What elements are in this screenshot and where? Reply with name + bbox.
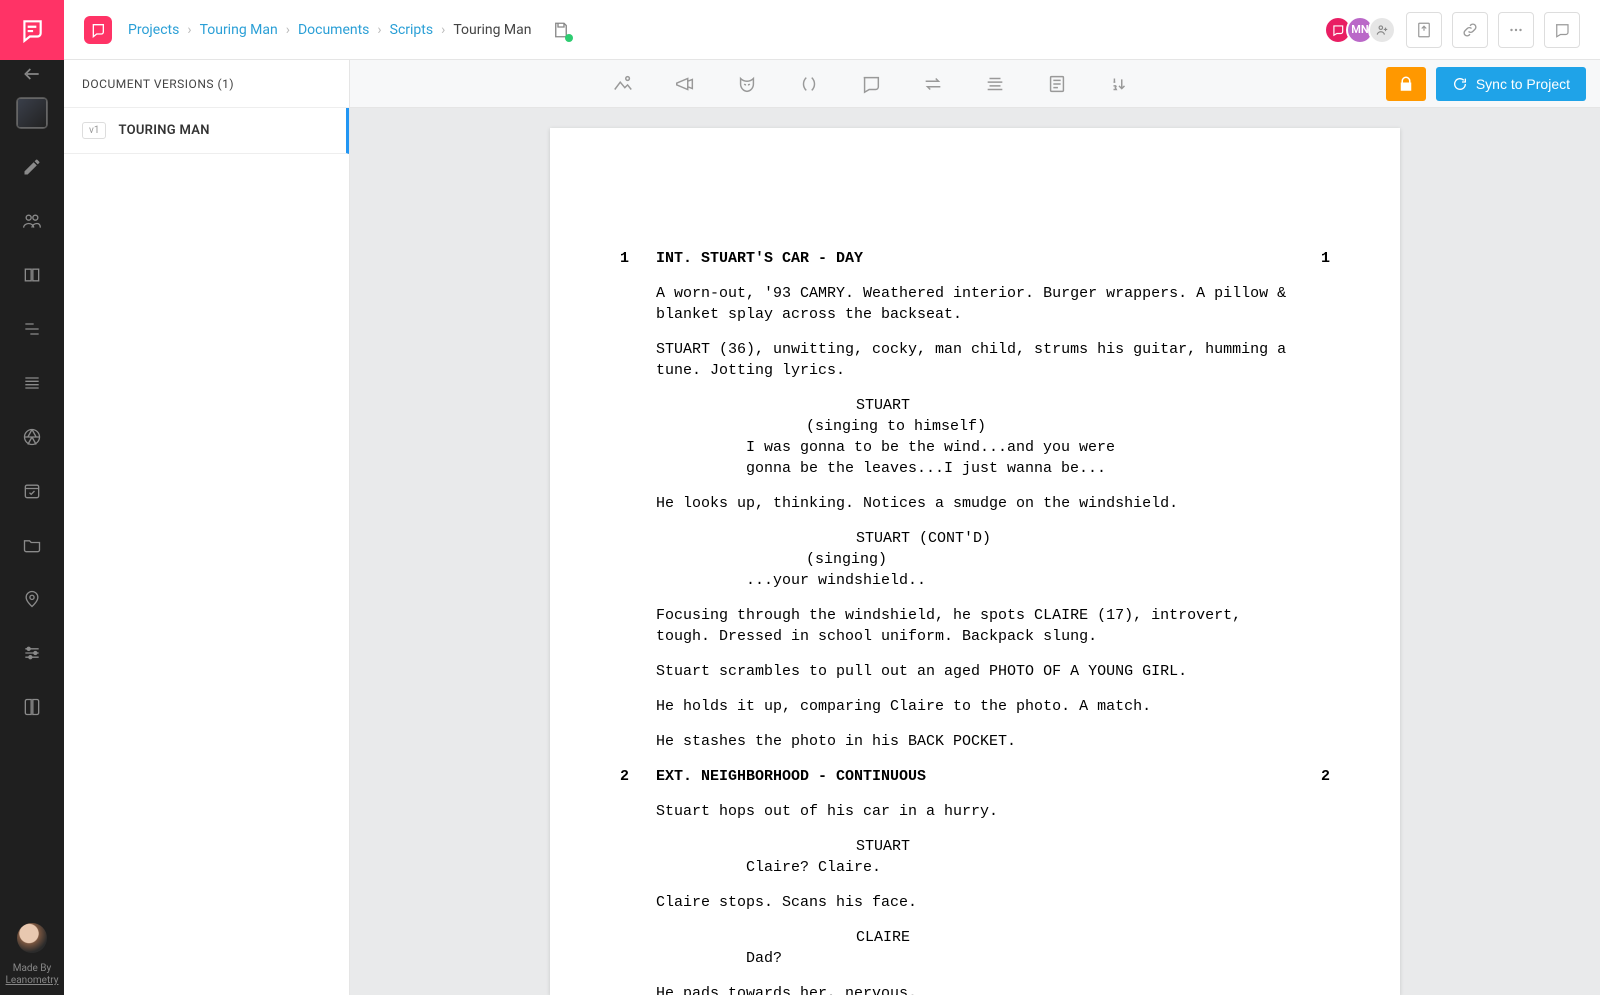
chevron-right-icon: › — [286, 22, 290, 38]
sliders-icon[interactable] — [17, 638, 47, 668]
parenthetical-icon[interactable] — [798, 73, 820, 95]
sync-button[interactable]: Sync to Project — [1436, 67, 1586, 101]
scene-number: 1 — [1294, 248, 1330, 269]
breadcrumb[interactable]: Scripts — [390, 22, 433, 38]
script-action[interactable]: STUART (36), unwitting, cocky, man child… — [656, 339, 1296, 381]
script-toolbar: Sync to Project — [350, 60, 1600, 108]
script-character[interactable]: CLAIRE — [656, 927, 1330, 948]
script-character[interactable]: STUART — [656, 836, 1330, 857]
more-icon[interactable] — [1498, 12, 1534, 48]
credit-name[interactable]: Leanometry — [6, 975, 59, 987]
script-area[interactable]: 1INT. STUART'S CAR - DAY1A worn-out, '93… — [350, 108, 1600, 995]
flow-icon[interactable] — [17, 314, 47, 344]
credits: Made By Leanometry — [6, 963, 59, 987]
export-pdf-icon[interactable] — [1406, 12, 1442, 48]
scene-heading[interactable]: INT. STUART'S CAR - DAY — [656, 248, 1294, 269]
version-title: TOURING MAN — [118, 123, 209, 138]
breadcrumb[interactable]: Documents — [298, 22, 369, 38]
book-icon[interactable] — [17, 692, 47, 722]
scene-heading[interactable]: EXT. NEIGHBORHOOD - CONTINUOUS — [656, 766, 1294, 787]
scene-heading-row[interactable]: 1INT. STUART'S CAR - DAY1 — [620, 248, 1330, 269]
transition-icon[interactable] — [922, 73, 944, 95]
lock-button[interactable] — [1386, 67, 1426, 101]
scene-heading-row[interactable]: 2EXT. NEIGHBORHOOD - CONTINUOUS2 — [620, 766, 1330, 787]
topbar: Projects › Touring Man › Documents › Scr… — [64, 0, 1600, 60]
folder-icon[interactable] — [17, 530, 47, 560]
versions-panel: DOCUMENT VERSIONS (1) v1 TOURING MAN — [64, 60, 350, 995]
chevron-right-icon: › — [377, 22, 381, 38]
megaphone-icon[interactable] — [674, 73, 696, 95]
script-character[interactable]: STUART — [656, 395, 1330, 416]
script-action[interactable]: A worn-out, '93 CAMRY. Weathered interio… — [656, 283, 1296, 325]
mask-icon[interactable] — [736, 73, 758, 95]
back-arrow-icon[interactable] — [0, 60, 64, 88]
script-action[interactable]: Claire stops. Scans his face. — [656, 892, 1296, 913]
aperture-icon[interactable] — [17, 422, 47, 452]
scene-number: 2 — [1294, 766, 1330, 787]
version-item[interactable]: v1 TOURING MAN — [64, 108, 349, 154]
list-icon[interactable] — [17, 368, 47, 398]
script-page[interactable]: 1INT. STUART'S CAR - DAY1A worn-out, '93… — [550, 128, 1400, 995]
script-dialogue[interactable]: Dad? — [656, 948, 1116, 969]
align-icon[interactable] — [984, 73, 1006, 95]
image-icon[interactable] — [612, 73, 634, 95]
script-action[interactable]: He pads towards her, nervous. — [656, 983, 1296, 995]
chevron-right-icon: › — [187, 22, 191, 38]
made-by-label: Made By — [6, 963, 59, 975]
breadcrumb[interactable]: Projects — [128, 22, 179, 38]
user-avatar[interactable] — [17, 923, 47, 953]
scene-number: 1 — [620, 248, 656, 269]
breadcrumb[interactable]: Touring Man — [200, 22, 278, 38]
script-action[interactable]: He stashes the photo in his BACK POCKET. — [656, 731, 1296, 752]
chat-icon[interactable] — [84, 16, 112, 44]
link-icon[interactable] — [1452, 12, 1488, 48]
note-icon[interactable] — [1046, 73, 1068, 95]
script-paren[interactable]: (singing to himself) — [656, 416, 1330, 437]
calendar-check-icon[interactable] — [17, 476, 47, 506]
script-action[interactable]: Stuart hops out of his car in a hurry. — [656, 801, 1296, 822]
versions-header: DOCUMENT VERSIONS (1) — [64, 60, 349, 108]
script-action[interactable]: He looks up, thinking. Notices a smudge … — [656, 493, 1296, 514]
chevron-right-icon: › — [441, 22, 445, 38]
add-user-icon[interactable] — [1368, 16, 1396, 44]
comments-icon[interactable] — [1544, 12, 1580, 48]
renumber-icon[interactable] — [1108, 73, 1130, 95]
script-action[interactable]: He holds it up, comparing Claire to the … — [656, 696, 1296, 717]
app-logo[interactable] — [0, 0, 64, 60]
columns-icon[interactable] — [17, 260, 47, 290]
script-character[interactable]: STUART (CONT'D) — [656, 528, 1330, 549]
script-dialogue[interactable]: ...your windshield.. — [656, 570, 1116, 591]
project-thumb-icon[interactable] — [17, 98, 47, 128]
people-icon[interactable] — [17, 206, 47, 236]
script-action[interactable]: Stuart scrambles to pull out an aged PHO… — [656, 661, 1296, 682]
location-icon[interactable] — [17, 584, 47, 614]
edit-icon[interactable] — [17, 152, 47, 182]
script-action[interactable]: Focusing through the windshield, he spot… — [656, 605, 1296, 647]
sync-label: Sync to Project — [1476, 76, 1570, 92]
script-dialogue[interactable]: Claire? Claire. — [656, 857, 1116, 878]
app-rail: Made By Leanometry — [0, 0, 64, 995]
version-badge: v1 — [82, 122, 106, 139]
dialogue-icon[interactable] — [860, 73, 882, 95]
scene-number: 2 — [620, 766, 656, 787]
save-icon[interactable] — [552, 21, 570, 39]
breadcrumb-current: Touring Man — [453, 22, 531, 38]
script-dialogue[interactable]: I was gonna to be the wind...and you wer… — [656, 437, 1116, 479]
collaborators: MN — [1330, 16, 1396, 44]
script-paren[interactable]: (singing) — [656, 549, 1330, 570]
